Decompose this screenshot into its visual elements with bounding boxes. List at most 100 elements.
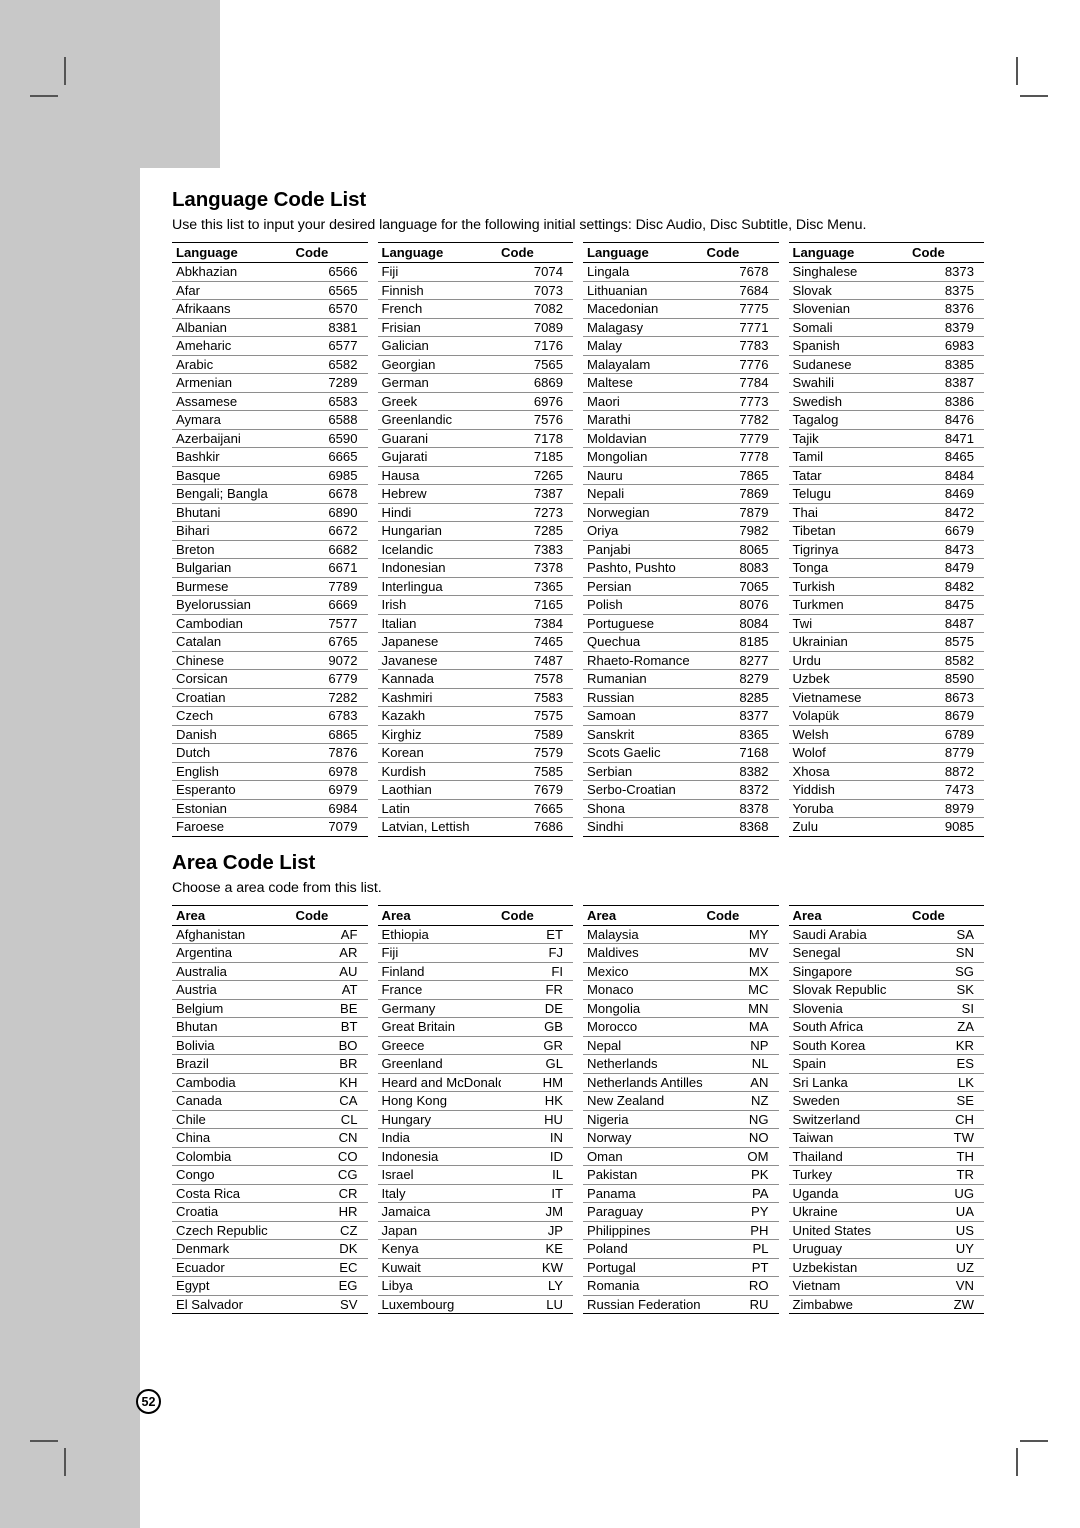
table-row: Azerbaijani 6590 [172, 429, 368, 448]
language_section-code-cell: 8378 [706, 799, 779, 818]
table-header-row: Area Code [788, 904, 984, 926]
language_section-name-cell: Vietnamese [788, 688, 912, 707]
area_section-code-cell: ET [501, 925, 573, 944]
table-row: Brazil BR [172, 1054, 368, 1074]
table-header-row: Language Code [583, 242, 779, 263]
language_section-name-cell: Pashto, Pushto [583, 558, 707, 578]
language_section-code-cell: 7289 [295, 373, 368, 393]
table-row: Yiddish 7473 [788, 780, 984, 800]
language_section-code-cell: 8381 [295, 318, 368, 337]
table-row: Uzbekistan UZ [788, 1258, 984, 1277]
area_section-code-cell: DE [501, 999, 573, 1018]
table-row: Costa Rica CR [172, 1184, 368, 1203]
area_section-name-cell: Fiji [377, 943, 501, 963]
table-row: Afghanistan AF [172, 925, 368, 944]
header-code: Code [706, 242, 779, 263]
language_section-code-cell: 7665 [501, 799, 573, 818]
table-row: Oriya 7982 [583, 521, 779, 541]
table-row: Switzerland CH [788, 1110, 984, 1129]
language_section-code-cell: 6582 [295, 355, 368, 374]
area_section-code-cell: VN [912, 1276, 984, 1296]
area_section-name-cell: Chile [172, 1110, 296, 1129]
language_section-code-cell: 8575 [912, 632, 984, 652]
language_section-code-cell: 7168 [706, 743, 779, 763]
area_section-name-cell: Luxembourg [377, 1295, 501, 1314]
language_section-table-2: Language Code Fiji 7074 Finnish 7073 French 708… [377, 242, 573, 837]
table-row: Nauru 7865 [583, 466, 779, 485]
area_section-name-cell: Turkey [788, 1165, 912, 1185]
table-row: Russian Federation RU [583, 1295, 779, 1314]
language_section-name-cell: Icelandic [377, 540, 501, 559]
table-row: Hausa 7265 [377, 466, 573, 485]
language_section-code-cell: 7578 [501, 669, 573, 689]
table-row: English 6978 [172, 762, 368, 781]
table-row: Shona 8378 [583, 799, 779, 818]
table-row: Swahili 8387 [788, 373, 984, 393]
area_section-name-cell: Uruguay [788, 1239, 912, 1259]
language_section-name-cell: Byelorussian [172, 595, 296, 615]
table-row: Romania RO [583, 1276, 779, 1296]
table-row: Esperanto 6979 [172, 780, 368, 800]
area_section-name-cell: Switzerland [788, 1110, 912, 1129]
area_section-name-cell: Argentina [172, 943, 296, 963]
table-row: Armenian 7289 [172, 373, 368, 393]
language_section-name-cell: Assamese [172, 392, 296, 411]
area_section-code-cell: HR [295, 1202, 368, 1222]
table-row: Rumanian 8279 [583, 669, 779, 689]
language_section-name-cell: Swedish [788, 392, 912, 411]
area_section-name-cell: Great Britain [377, 1017, 501, 1037]
table-row: Byelorussian 6669 [172, 595, 368, 615]
table-row: Tibetan 6679 [788, 521, 984, 541]
language_section-code-cell: 7073 [501, 281, 573, 300]
table-row: Kannada 7578 [377, 669, 573, 689]
language_section-code-cell: 6570 [295, 299, 368, 319]
language_section-name-cell: Bhutani [172, 503, 296, 522]
area_section-name-cell: Libya [377, 1276, 501, 1296]
crop-mark-bottom-left-vertical [64, 1448, 66, 1476]
language_section-code-cell: 7265 [501, 466, 573, 485]
language_section-name-cell: Georgian [377, 355, 501, 374]
table-row: Persian 7065 [583, 577, 779, 596]
area_section-code-cell: LU [501, 1295, 573, 1314]
table-row: Latvian, Lettish 7686 [377, 817, 573, 837]
area_section-column-4: Area Code Saudi Arabia SA Senegal SN Singapore… [788, 904, 984, 1315]
language_section-code-cell: 9072 [295, 651, 368, 670]
language_section-name-cell: Hausa [377, 466, 501, 485]
area_section-name-cell: United States [788, 1221, 912, 1240]
table-header-row: Language Code [377, 242, 573, 263]
area_section-name-cell: Taiwan [788, 1128, 912, 1148]
area_section-name-cell: Romania [583, 1276, 707, 1296]
table-row: Congo CG [172, 1165, 368, 1185]
area_section-table-3: Area Code Malaysia MY Maldives MV Mexico MX Mona… [583, 904, 779, 1315]
header-code: Code [295, 242, 368, 263]
table-row: Saudi Arabia SA [788, 925, 984, 944]
table-row: Catalan 6765 [172, 632, 368, 652]
area_section-code-cell: SA [912, 925, 984, 944]
language_section-name-cell: Norwegian [583, 503, 707, 522]
language_section-code-cell: 6566 [295, 262, 368, 282]
language_section-name-cell: Kannada [377, 669, 501, 689]
language_section-code-cell: 7684 [706, 281, 779, 300]
area_section-name-cell: Austria [172, 980, 296, 1000]
language_section-code-cell: 6669 [295, 595, 368, 615]
area_section-name-cell: Spain [788, 1054, 912, 1074]
area_section-code-cell: SV [295, 1295, 368, 1314]
table-row: Bhutani 6890 [172, 503, 368, 522]
table-row: Arabic 6582 [172, 355, 368, 374]
table-row: Turkey TR [788, 1165, 984, 1185]
table-header-row: Language Code [172, 242, 368, 263]
header-code: Code [501, 242, 573, 263]
area_section-code-cell: OM [706, 1147, 779, 1166]
table-row: Breton 6682 [172, 540, 368, 559]
header-code: Code [912, 242, 984, 263]
area_section-code-cell: MV [706, 943, 779, 963]
area_section-code-cell: IL [501, 1165, 573, 1185]
table-row: Quechua 8185 [583, 632, 779, 652]
area_section-name-cell: Uzbekistan [788, 1258, 912, 1277]
area_section-name-cell: India [377, 1128, 501, 1148]
area_section-name-cell: Morocco [583, 1017, 707, 1037]
area_section-name-cell: Bhutan [172, 1017, 296, 1037]
area_section-name-cell: South Africa [788, 1017, 912, 1037]
table-row: Bengali; Bangla 6678 [172, 484, 368, 504]
language_section-code-cell: 8484 [912, 466, 984, 485]
